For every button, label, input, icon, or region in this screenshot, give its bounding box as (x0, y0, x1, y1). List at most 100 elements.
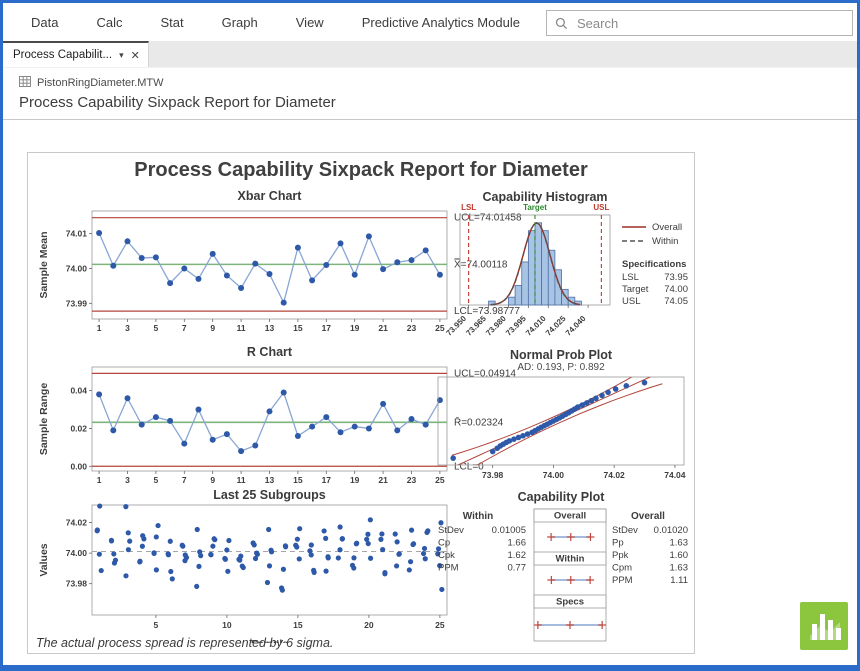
svg-text:Within: Within (556, 554, 585, 565)
svg-text:StDev: StDev (438, 525, 464, 536)
svg-text:15: 15 (293, 620, 303, 630)
svg-text:Sample Mean: Sample Mean (38, 231, 50, 298)
tab-label: Process Capabilit... (13, 49, 112, 61)
chevron-down-icon[interactable]: ▾ (119, 50, 124, 61)
svg-text:15: 15 (293, 475, 303, 485)
svg-text:74.025: 74.025 (544, 314, 568, 338)
menu-item-predictive-analytics[interactable]: Predictive Analytics Module (362, 15, 520, 30)
svg-text:5: 5 (154, 323, 159, 333)
svg-text:19: 19 (350, 475, 360, 485)
search-box[interactable] (546, 10, 853, 36)
graph-tool-icon[interactable] (800, 602, 848, 650)
svg-text:74.00: 74.00 (664, 284, 688, 295)
svg-text:Overall: Overall (652, 222, 682, 233)
report-canvas: Process Capability Sixpack Report for Di… (27, 152, 695, 654)
svg-text:LSL: LSL (622, 272, 639, 283)
svg-text:Cp: Cp (438, 538, 450, 549)
svg-text:11: 11 (237, 475, 246, 485)
svg-text:Overall: Overall (554, 511, 586, 522)
svg-text:Specs: Specs (556, 597, 584, 608)
svg-text:Capability Plot: Capability Plot (518, 490, 606, 504)
svg-text:PPM: PPM (612, 575, 633, 586)
svg-text:AD: 0.193, P: 0.892: AD: 0.193, P: 0.892 (517, 362, 605, 373)
svg-text:74.010: 74.010 (524, 314, 548, 338)
menu-item-graph[interactable]: Graph (222, 15, 258, 30)
svg-text:Last 25 Subgroups: Last 25 Subgroups (213, 488, 326, 502)
svg-text:17: 17 (322, 475, 332, 485)
svg-text:21: 21 (378, 475, 388, 485)
svg-text:Cpk: Cpk (438, 550, 455, 561)
svg-text:74.05: 74.05 (664, 296, 688, 307)
svg-text:19: 19 (350, 323, 360, 333)
menu-item-stat[interactable]: Stat (160, 15, 183, 30)
svg-text:PPM: PPM (438, 563, 459, 574)
svg-text:Values: Values (38, 543, 50, 576)
svg-text:0.01020: 0.01020 (654, 525, 688, 536)
menu-item-view[interactable]: View (296, 15, 324, 30)
divider (3, 119, 857, 120)
svg-text:7: 7 (182, 323, 187, 333)
svg-text:11: 11 (237, 323, 246, 333)
menu-item-calc[interactable]: Calc (96, 15, 122, 30)
svg-text:9: 9 (210, 475, 215, 485)
svg-text:1: 1 (97, 475, 102, 485)
app-window: Data Calc Stat Graph View Predictive Ana… (0, 0, 860, 671)
report-title: Process Capability Sixpack Report for Di… (28, 159, 694, 182)
svg-text:Within: Within (463, 511, 493, 522)
worksheet-name: PistonRingDiameter.MTW (37, 77, 164, 89)
svg-text:23: 23 (407, 475, 417, 485)
svg-text:Specifications: Specifications (622, 259, 686, 270)
svg-text:74.02: 74.02 (604, 470, 626, 480)
svg-text:Within: Within (652, 236, 678, 247)
svg-text:10: 10 (222, 620, 232, 630)
svg-text:R Chart: R Chart (247, 345, 293, 359)
svg-text:0.77: 0.77 (508, 563, 527, 574)
svg-text:1.63: 1.63 (670, 563, 689, 574)
svg-text:5: 5 (154, 620, 159, 630)
svg-text:74.040: 74.040 (564, 314, 588, 338)
svg-text:1.62: 1.62 (508, 550, 527, 561)
svg-text:73.98: 73.98 (482, 470, 504, 480)
worksheet-grid-icon (19, 76, 31, 90)
svg-text:74.00: 74.00 (543, 470, 565, 480)
svg-text:Normal Prob Plot: Normal Prob Plot (510, 349, 613, 362)
svg-text:Xbar Chart: Xbar Chart (238, 189, 303, 203)
svg-text:3: 3 (125, 323, 130, 333)
svg-text:17: 17 (322, 323, 332, 333)
svg-text:Capability Histogram: Capability Histogram (482, 190, 607, 204)
svg-text:Target: Target (523, 203, 547, 212)
svg-text:73.98: 73.98 (66, 579, 88, 589)
search-icon (555, 17, 568, 30)
tab-process-capability[interactable]: Process Capabilit... ▾ ✕ (3, 41, 149, 67)
svg-text:Overall: Overall (631, 511, 665, 522)
svg-text:74.01: 74.01 (66, 229, 88, 239)
svg-text:0.04: 0.04 (70, 386, 87, 396)
svg-text:7: 7 (182, 475, 187, 485)
svg-text:73.980: 73.980 (484, 314, 508, 338)
page-title: Process Capability Sixpack Report for Di… (19, 94, 336, 111)
svg-text:Target: Target (622, 284, 649, 295)
svg-text:0.02: 0.02 (70, 423, 87, 433)
svg-text:74.02: 74.02 (66, 518, 88, 528)
svg-text:13: 13 (265, 323, 275, 333)
svg-text:Pp: Pp (612, 538, 624, 549)
svg-text:73.995: 73.995 (504, 314, 528, 338)
menu-item-data[interactable]: Data (31, 15, 58, 30)
svg-text:StDev: StDev (612, 525, 638, 536)
svg-text:74.00: 74.00 (66, 548, 88, 558)
worksheet-link[interactable]: PistonRingDiameter.MTW (19, 76, 164, 90)
svg-text:LSL: LSL (461, 203, 476, 212)
svg-text:20: 20 (364, 620, 374, 630)
svg-text:23: 23 (407, 323, 417, 333)
search-input[interactable] (575, 15, 829, 32)
svg-text:5: 5 (154, 475, 159, 485)
content-area: PistonRingDiameter.MTW Process Capabilit… (3, 68, 857, 666)
svg-text:21: 21 (378, 323, 388, 333)
close-icon[interactable]: ✕ (131, 49, 140, 62)
svg-text:Ppk: Ppk (612, 550, 629, 561)
svg-text:13: 13 (265, 475, 275, 485)
svg-text:USL: USL (593, 203, 609, 212)
svg-text:74.00: 74.00 (66, 263, 88, 273)
svg-text:0.01005: 0.01005 (492, 525, 526, 536)
svg-text:73.965: 73.965 (464, 314, 488, 338)
